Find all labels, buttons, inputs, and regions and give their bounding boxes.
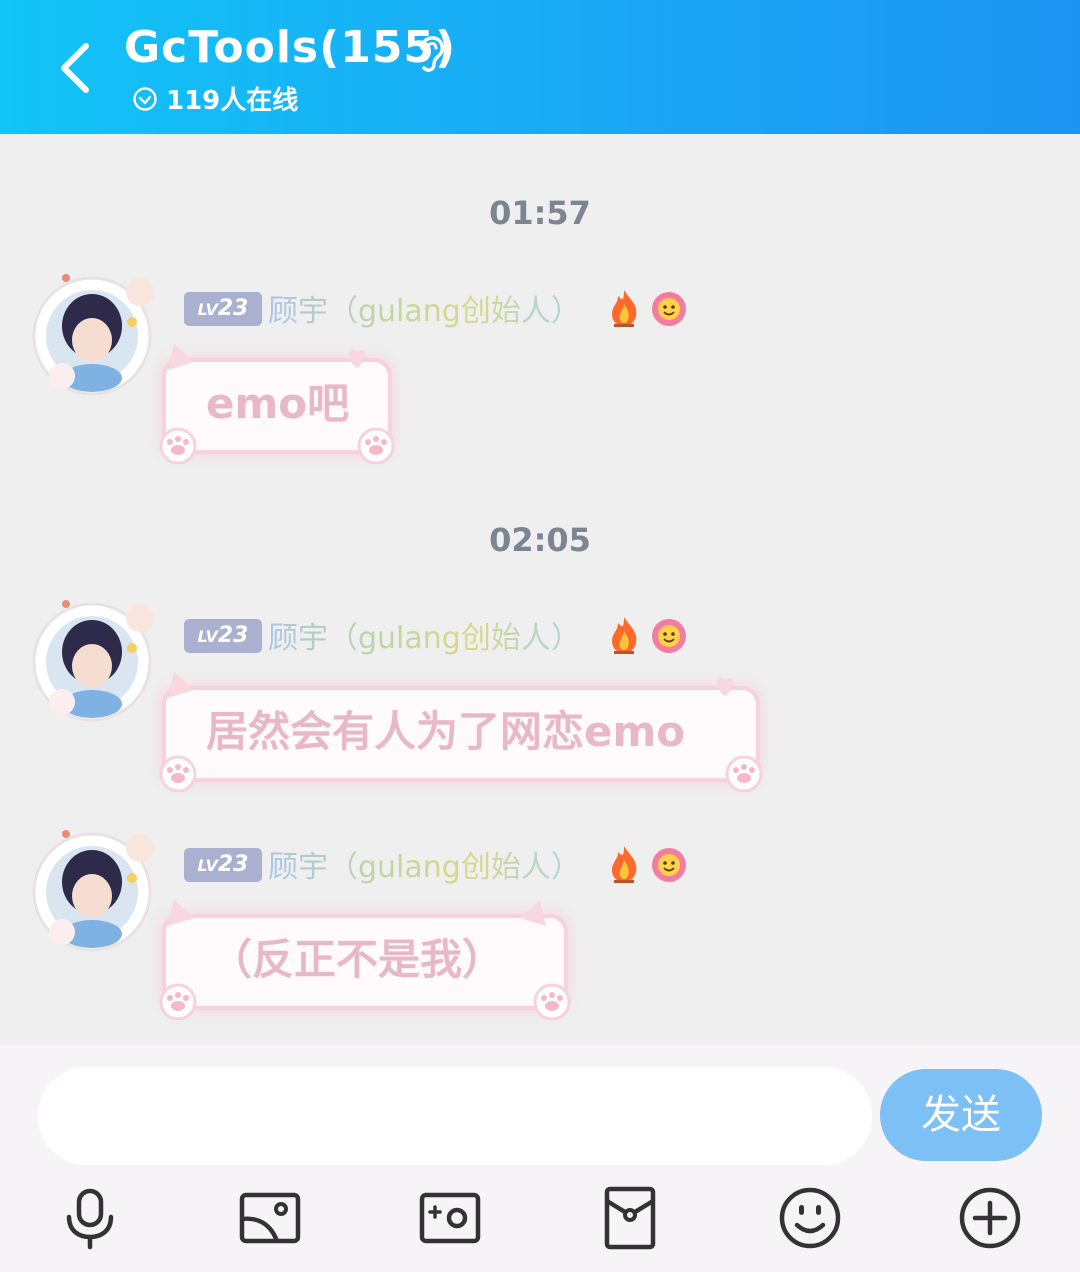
online-count: 119人在线 bbox=[166, 86, 299, 116]
send-button[interactable]: 发送 bbox=[880, 1069, 1042, 1161]
flower-emoji-icon bbox=[652, 292, 686, 326]
microphone-icon[interactable] bbox=[57, 1185, 123, 1251]
chat-header: GcTools(155) 119人在线 bbox=[0, 0, 1080, 134]
online-check-icon bbox=[133, 87, 157, 111]
flower-emoji-icon bbox=[652, 848, 686, 882]
message-text: 居然会有人为了网恋emo bbox=[206, 707, 686, 756]
group-title[interactable]: GcTools(155) bbox=[124, 22, 456, 73]
image-icon[interactable] bbox=[237, 1185, 303, 1251]
message-text: （反正不是我） bbox=[210, 935, 505, 984]
cat-ear-icon bbox=[168, 672, 194, 698]
paw-icon bbox=[159, 427, 197, 464]
sender-name[interactable]: 顾宇（gulang创始人） bbox=[268, 613, 581, 657]
flower-emoji-icon bbox=[652, 619, 686, 653]
fire-icon bbox=[612, 290, 637, 327]
avatar[interactable] bbox=[22, 822, 162, 956]
paw-icon bbox=[357, 427, 395, 464]
cat-ear-icon bbox=[168, 344, 194, 370]
level-badge: LV23 bbox=[184, 848, 262, 882]
level-badge: LV23 bbox=[184, 619, 262, 653]
paw-icon bbox=[533, 983, 571, 1020]
heart-icon bbox=[716, 678, 734, 696]
fire-icon bbox=[612, 846, 637, 883]
sender-name[interactable]: 顾宇（gulang创始人） bbox=[268, 286, 581, 330]
message-text: emo吧 bbox=[206, 379, 350, 428]
fire-icon bbox=[612, 617, 637, 654]
avatar[interactable] bbox=[22, 266, 162, 400]
cat-ear-icon bbox=[168, 900, 194, 926]
cat-ear-icon bbox=[520, 900, 546, 926]
paw-icon bbox=[159, 755, 197, 792]
message-bubble[interactable]: 居然会有人为了网恋emo bbox=[150, 668, 772, 792]
plus-icon[interactable] bbox=[957, 1185, 1023, 1251]
sender-name[interactable]: 顾宇（gulang创始人） bbox=[268, 842, 581, 886]
avatar[interactable] bbox=[22, 592, 162, 726]
red-packet-icon[interactable] bbox=[597, 1185, 663, 1251]
message-bubble[interactable]: emo吧 bbox=[150, 340, 404, 464]
ear-icon[interactable] bbox=[414, 30, 448, 74]
message-input[interactable] bbox=[38, 1067, 872, 1165]
timestamp: 01:57 bbox=[489, 194, 591, 232]
camera-icon[interactable] bbox=[417, 1185, 483, 1251]
paw-icon bbox=[725, 755, 763, 792]
back-arrow-icon[interactable] bbox=[52, 38, 102, 98]
timestamp: 02:05 bbox=[489, 521, 591, 559]
emoji-icon[interactable] bbox=[777, 1185, 843, 1251]
heart-icon bbox=[348, 350, 366, 368]
level-badge: LV23 bbox=[184, 292, 262, 326]
paw-icon bbox=[159, 983, 197, 1020]
message-bubble[interactable]: （反正不是我） bbox=[150, 896, 580, 1020]
input-bar: 发送 bbox=[0, 1045, 1080, 1272]
